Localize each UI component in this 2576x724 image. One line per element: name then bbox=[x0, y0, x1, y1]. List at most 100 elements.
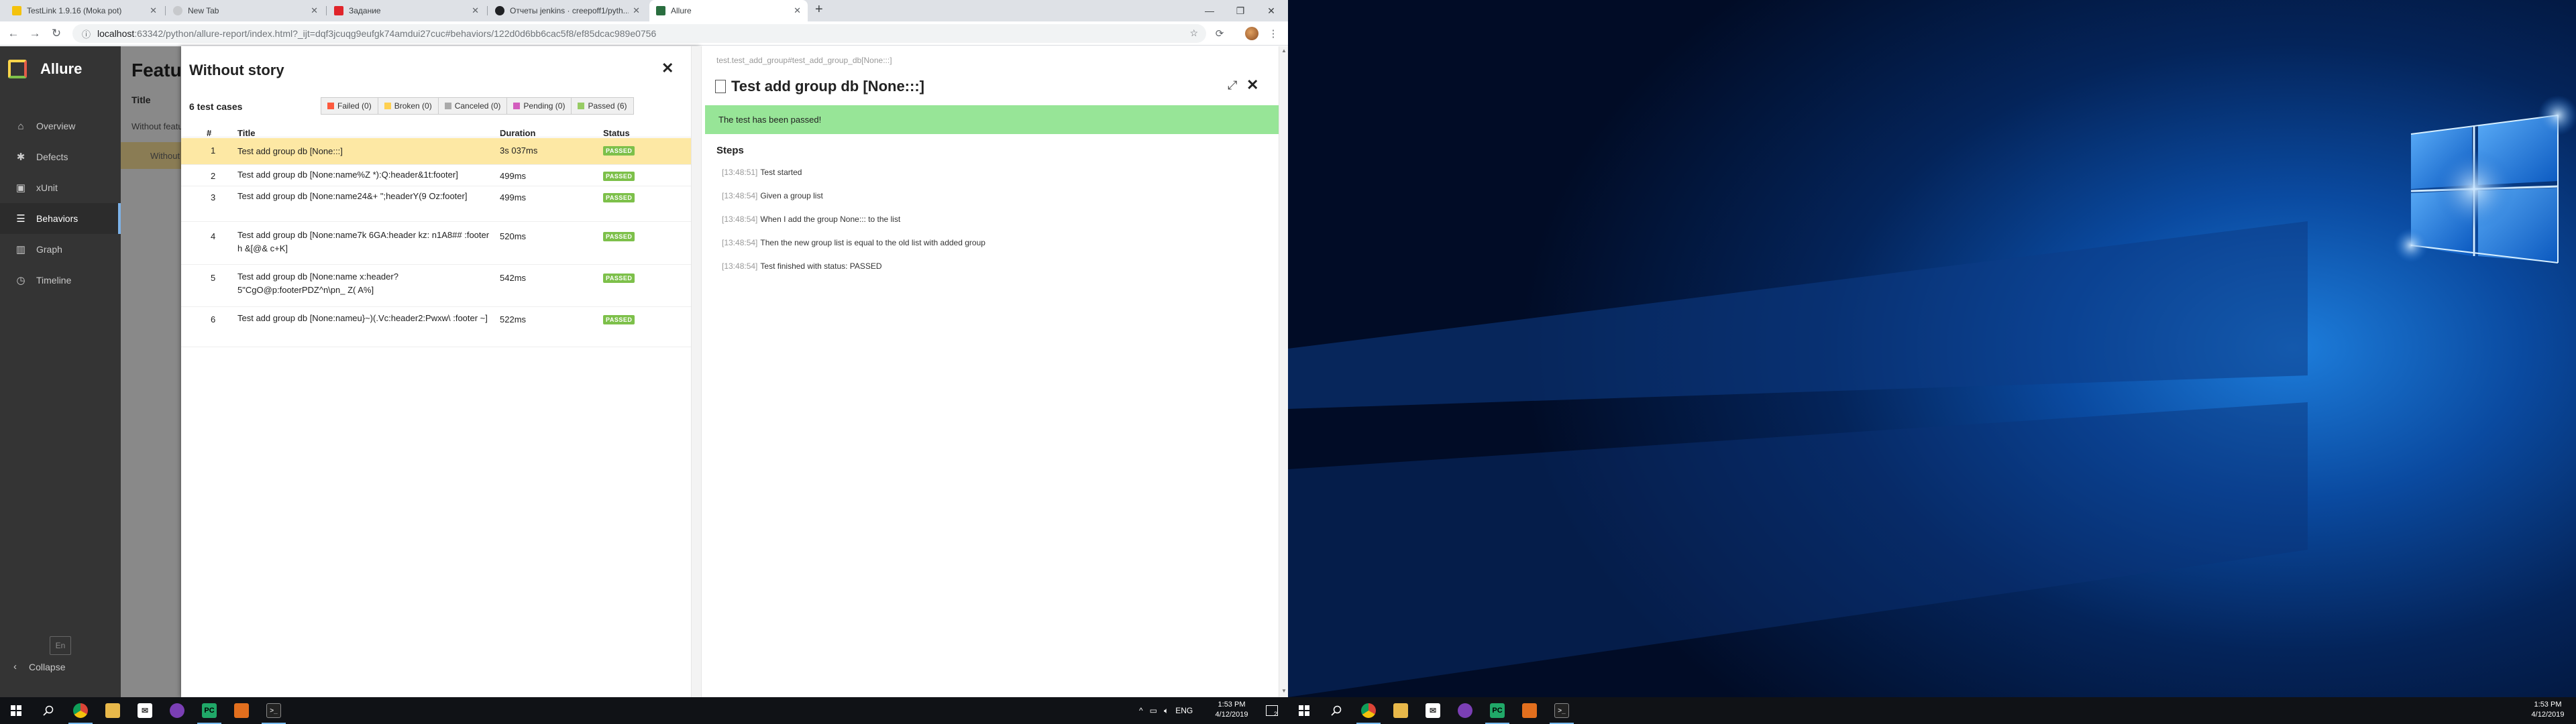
sidebar-item-behaviors[interactable]: ☰ Behaviors bbox=[0, 203, 121, 234]
scroll-up-icon[interactable]: ▲ bbox=[1281, 48, 1287, 54]
address-bar[interactable]: ⓘ localhost:63342/python/allure-report/i… bbox=[72, 24, 1206, 43]
taskbar-pycharm[interactable]: PC bbox=[193, 697, 225, 724]
step-row: [13:48:54] Then the new group list is equ… bbox=[722, 238, 985, 247]
start-button-right[interactable] bbox=[1288, 697, 1320, 724]
taskbar-chrome-right[interactable] bbox=[1352, 697, 1385, 724]
search-button[interactable] bbox=[32, 697, 64, 724]
extension-icon[interactable]: ⟳ bbox=[1213, 27, 1226, 40]
tab-jenkins-reports[interactable]: Отчеты jenkins · creepoff1/pyth... ✕ bbox=[488, 0, 647, 21]
sidebar-item-xunit[interactable]: ▣ xUnit bbox=[0, 172, 121, 203]
close-window-button[interactable]: ✕ bbox=[1256, 0, 1287, 21]
search-button-right[interactable] bbox=[1320, 697, 1352, 724]
sidebar-item-overview[interactable]: ⌂ Overview bbox=[0, 111, 121, 141]
group-pane-scrollbar[interactable] bbox=[691, 46, 701, 697]
table-row[interactable]: 1 Test add group db [None:::] 3s 037ms P… bbox=[181, 138, 691, 165]
network-icon[interactable]: ▭ bbox=[1150, 706, 1157, 715]
close-tab-icon[interactable]: ✕ bbox=[794, 5, 801, 16]
filter-label: Broken (0) bbox=[394, 101, 432, 111]
filter-passed-button[interactable]: Passed (6) bbox=[572, 98, 633, 114]
table-row[interactable]: 2 Test add group db [None:name%Z *):Q:he… bbox=[181, 165, 691, 186]
new-tab-button[interactable]: + bbox=[815, 2, 823, 17]
taskbar-mail-right[interactable]: ✉ bbox=[1417, 697, 1449, 724]
clock[interactable]: 1:53 PM 4/12/2019 bbox=[1205, 700, 1258, 720]
forward-button[interactable]: → bbox=[27, 25, 43, 42]
language-button[interactable]: En bbox=[50, 636, 71, 655]
filter-canceled-button[interactable]: Canceled (0) bbox=[439, 98, 508, 114]
taskbar-app-purple-right[interactable] bbox=[1449, 697, 1481, 724]
taskbar-chrome[interactable] bbox=[64, 697, 97, 724]
taskbar-left: ✉ PC >_ ^ ▭ 🔈︎ ENG 1:53 PM 4/12/2019 2 bbox=[0, 697, 1288, 724]
minimize-button[interactable]: — bbox=[1194, 0, 1225, 21]
volume-icon[interactable]: 🔈︎ bbox=[1164, 706, 1169, 716]
row-num: 1 bbox=[211, 145, 216, 156]
sidebar-item-graph[interactable]: ▥ Graph bbox=[0, 234, 121, 265]
allure-brand[interactable]: Allure bbox=[8, 60, 82, 78]
step-row: [13:48:54] When I add the group None::: t… bbox=[722, 215, 900, 224]
sidebar-item-label: Graph bbox=[36, 244, 62, 255]
row-title: Test add group db [None:name x:header? 5… bbox=[237, 272, 398, 295]
table-row[interactable]: 4 Test add group db [None:name7k 6GA:hea… bbox=[181, 222, 691, 265]
collapse-button[interactable]: ‹ Collapse bbox=[13, 661, 65, 672]
result-pane-scrollbar[interactable]: ▲ ▼ bbox=[1279, 46, 1289, 697]
taskbar-pycharm-right[interactable]: PC bbox=[1481, 697, 1513, 724]
clock-right[interactable]: 1:53 PM 4/12/2019 bbox=[2521, 700, 2575, 720]
filter-pending-button[interactable]: Pending (0) bbox=[507, 98, 572, 114]
chevron-up-icon[interactable]: ^ bbox=[1139, 706, 1143, 715]
modal-backdrop[interactable] bbox=[121, 46, 181, 697]
filter-label: Canceled (0) bbox=[454, 101, 501, 111]
step-text: Test finished with status: PASSED bbox=[760, 261, 882, 271]
row-title: Test add group db [None:::] bbox=[237, 146, 343, 156]
taskbar-explorer[interactable] bbox=[97, 697, 129, 724]
bookmark-star-icon[interactable]: ☆ bbox=[1189, 27, 1198, 39]
terminal-icon: >_ bbox=[266, 703, 281, 718]
tab-title: Allure bbox=[671, 6, 692, 15]
row-num: 3 bbox=[211, 192, 216, 202]
tab-testlink[interactable]: TestLink 1.9.16 (Moka pot) ✕ bbox=[5, 0, 164, 21]
taskbar-terminal-right[interactable]: >_ bbox=[1546, 697, 1578, 724]
step-time: [13:48:54] bbox=[722, 191, 758, 200]
sidebar-item-defects[interactable]: ✱ Defects bbox=[0, 141, 121, 172]
column-duration-label: Duration bbox=[500, 128, 536, 138]
sidebar-item-timeline[interactable]: ◷ Timeline bbox=[0, 265, 121, 296]
taskbar-app-purple[interactable] bbox=[161, 697, 193, 724]
row-duration: 3s 037ms bbox=[500, 145, 538, 156]
status-badge: PASSED bbox=[603, 193, 635, 202]
expand-icon[interactable]: ⤢ bbox=[1228, 78, 1237, 93]
table-row[interactable]: 5 Test add group db [None:name x:header?… bbox=[181, 265, 691, 307]
table-row[interactable]: 6 Test add group db [None:nameu}~)(.Vc:h… bbox=[181, 307, 691, 347]
status-badge: PASSED bbox=[603, 146, 635, 156]
browser-tab-strip: TestLink 1.9.16 (Moka pot) ✕ New Tab ✕ З… bbox=[0, 0, 1288, 21]
maximize-button[interactable]: ❐ bbox=[1225, 0, 1256, 21]
tab-allure[interactable]: Allure ✕ bbox=[649, 0, 808, 21]
taskbar-mail[interactable]: ✉ bbox=[129, 697, 161, 724]
close-tab-icon[interactable]: ✕ bbox=[150, 5, 157, 16]
column-status-label: Status bbox=[603, 128, 630, 138]
search-icon bbox=[43, 705, 54, 716]
mail-icon: ✉ bbox=[1426, 703, 1440, 718]
profile-avatar[interactable] bbox=[1245, 27, 1258, 40]
action-center-button[interactable]: 2 bbox=[1256, 697, 1288, 724]
input-language[interactable]: ENG bbox=[1175, 706, 1193, 715]
filter-broken-button[interactable]: Broken (0) bbox=[378, 98, 439, 114]
taskbar-app-orange-right[interactable] bbox=[1513, 697, 1546, 724]
close-tab-icon[interactable]: ✕ bbox=[311, 5, 318, 16]
tab-new-tab[interactable]: New Tab ✕ bbox=[166, 0, 325, 21]
start-button[interactable] bbox=[0, 697, 32, 724]
close-tab-icon[interactable]: ✕ bbox=[472, 5, 479, 16]
reload-button[interactable]: ↻ bbox=[48, 25, 64, 42]
taskbar-explorer-right[interactable] bbox=[1385, 697, 1417, 724]
close-tab-icon[interactable]: ✕ bbox=[633, 5, 640, 16]
info-icon[interactable]: ⓘ bbox=[82, 27, 91, 40]
back-button[interactable]: ← bbox=[5, 25, 21, 42]
filter-failed-button[interactable]: Failed (0) bbox=[321, 98, 378, 114]
chrome-menu-icon[interactable]: ⋮ bbox=[1267, 27, 1280, 40]
close-group-pane-icon[interactable]: ✕ bbox=[661, 60, 674, 77]
tab-zadanie[interactable]: Задание ✕ bbox=[327, 0, 486, 21]
taskbar-terminal[interactable]: >_ bbox=[258, 697, 290, 724]
taskbar-app-orange[interactable] bbox=[225, 697, 258, 724]
close-result-pane-icon[interactable]: ✕ bbox=[1246, 76, 1258, 94]
filter-label: Pending (0) bbox=[523, 101, 566, 111]
step-row: [13:48:54] Given a group list bbox=[722, 191, 823, 200]
scroll-down-icon[interactable]: ▼ bbox=[1281, 688, 1287, 694]
table-row[interactable]: 3 Test add group db [None:name24&+ ";hea… bbox=[181, 186, 691, 222]
